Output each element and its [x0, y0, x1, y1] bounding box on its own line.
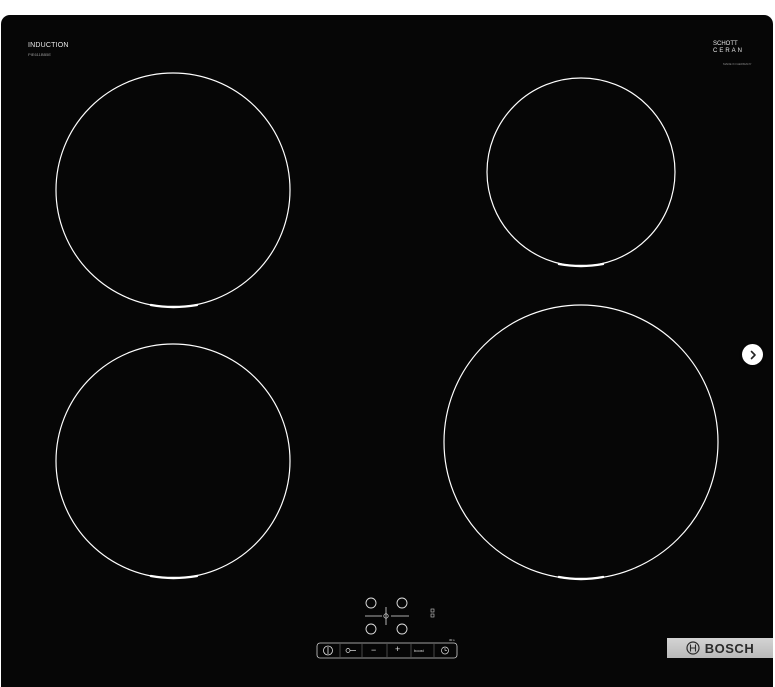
control-strip [316, 642, 458, 659]
bosch-armature-icon [686, 641, 700, 655]
product-image-stage: INDUCTION PIE611BB5E SCHOTT CERAN MADE I… [0, 0, 775, 687]
induction-cooktop: INDUCTION PIE611BB5E SCHOTT CERAN MADE I… [1, 15, 773, 687]
bosch-brand-plate: BOSCH [667, 638, 773, 658]
cooking-zone-bottom-right [443, 304, 719, 581]
zone-selector-diagram [365, 597, 435, 635]
timer-small-label: 30 s [449, 638, 455, 642]
next-image-button[interactable] [742, 344, 763, 365]
cooking-zone-top-right [486, 77, 676, 268]
plus-control: + [395, 644, 401, 654]
cooking-zones [55, 72, 719, 659]
brand-name: BOSCH [704, 640, 755, 656]
cooking-zone-top-left [55, 72, 291, 309]
minus-control: − [371, 645, 377, 655]
boost-control: boost [414, 648, 424, 653]
chevron-right-icon [750, 350, 756, 359]
cooking-zone-bottom-left [55, 343, 291, 580]
